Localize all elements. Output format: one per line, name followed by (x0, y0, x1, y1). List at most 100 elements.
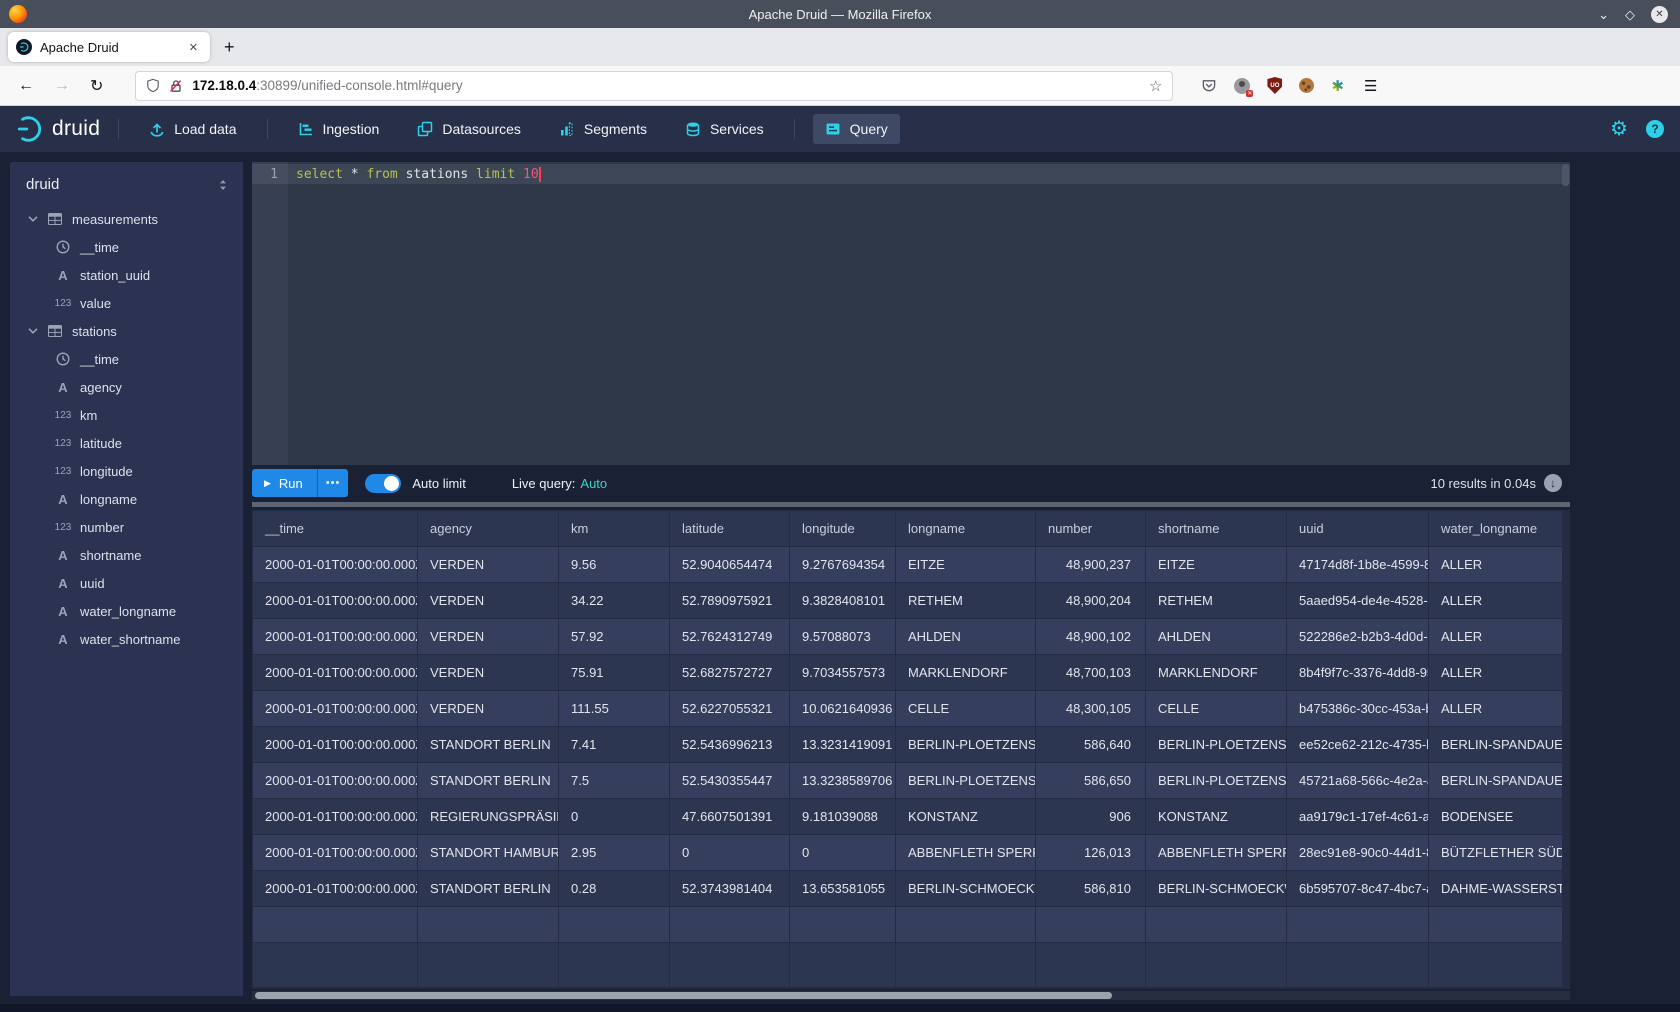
table-cell[interactable]: 2000-01-01T00:00:00.000Z (253, 691, 418, 727)
chevron-down-icon[interactable] (28, 328, 38, 334)
table-cell[interactable]: 2000-01-01T00:00:00.000Z (253, 871, 418, 907)
druid-logo[interactable]: druid (14, 115, 100, 143)
table-cell[interactable]: 75.91 (559, 655, 670, 691)
run-button[interactable]: ▶Run (252, 469, 317, 497)
url-bar[interactable]: 172.18.0.4:30899/unified-console.html#qu… (135, 71, 1173, 101)
table-cell[interactable]: BÜTZFLETHER SÜDERE (1429, 835, 1563, 871)
tree-column-agency[interactable]: Aagency (10, 373, 243, 401)
table-cell[interactable]: 52.7624312749 (670, 619, 790, 655)
back-button[interactable]: ← (8, 77, 44, 95)
table-cell[interactable]: 2000-01-01T00:00:00.000Z (253, 835, 418, 871)
table-cell[interactable]: 48,300,105 (1036, 691, 1146, 727)
table-cell[interactable]: 9.57088073 (790, 619, 896, 655)
table-cell[interactable]: 13.653581055 (790, 871, 896, 907)
table-cell[interactable]: 57.92 (559, 619, 670, 655)
table-cell[interactable]: STANDORT BERLIN (418, 871, 559, 907)
table-cell[interactable]: ABBENFLETH SPERRWEI (896, 835, 1036, 871)
table-cell[interactable]: 0 (559, 799, 670, 835)
table-cell[interactable]: 586,640 (1036, 727, 1146, 763)
bookmark-star-icon[interactable]: ☆ (1149, 77, 1162, 95)
table-cell[interactable]: 0.28 (559, 871, 670, 907)
table-cell[interactable]: VERDEN (418, 691, 559, 727)
column-header[interactable]: longitude (790, 511, 896, 547)
tree-column-km[interactable]: 123km (10, 401, 243, 429)
forward-button[interactable]: → (44, 77, 80, 95)
table-cell[interactable]: 2000-01-01T00:00:00.000Z (253, 655, 418, 691)
column-header[interactable]: latitude (670, 511, 790, 547)
cookie-extension-icon[interactable] (1299, 78, 1314, 93)
column-header[interactable]: uuid (1287, 511, 1429, 547)
table-cell[interactable]: 7.5 (559, 763, 670, 799)
table-cell[interactable]: BERLIN-PLOETZENSEE U (896, 763, 1036, 799)
nav-services[interactable]: Services (673, 114, 776, 144)
download-icon[interactable]: ↓ (1544, 474, 1562, 492)
table-cell[interactable]: RETHEM (1146, 583, 1287, 619)
pane-splitter[interactable] (252, 502, 1570, 507)
table-cell[interactable]: 9.2767694354 (790, 547, 896, 583)
tree-table-stations[interactable]: stations (10, 317, 243, 345)
minimize-icon[interactable]: ⌄ (1598, 8, 1609, 21)
auto-limit-toggle[interactable] (365, 474, 401, 493)
table-cell[interactable]: 52.3743981404 (670, 871, 790, 907)
tree-column-longname[interactable]: Alongname (10, 485, 243, 513)
table-cell[interactable]: STANDORT BERLIN (418, 727, 559, 763)
table-cell[interactable]: DAHME-WASSERSTRAS (1429, 871, 1563, 907)
url-text[interactable]: 172.18.0.4:30899/unified-console.html#qu… (192, 78, 1141, 93)
table-cell[interactable]: ALLER (1429, 583, 1563, 619)
asterisk-extension-icon[interactable]: ✱ (1331, 77, 1344, 95)
table-cell[interactable]: 8b4f9f7c-3376-4dd8-95c (1287, 655, 1429, 691)
tree-table-measurements[interactable]: measurements (10, 205, 243, 233)
table-cell[interactable]: 2000-01-01T00:00:00.000Z (253, 799, 418, 835)
tree-column-__time[interactable]: __time (10, 345, 243, 373)
tab-close-icon[interactable]: ✕ (185, 39, 202, 56)
table-cell[interactable]: BERLIN-SCHMOECKWITZ (1146, 871, 1287, 907)
table-cell[interactable]: 2000-01-01T00:00:00.000Z (253, 763, 418, 799)
help-icon[interactable]: ? (1646, 120, 1664, 138)
table-cell[interactable]: 9.181039088 (790, 799, 896, 835)
table-cell[interactable]: BERLIN-PLOETZENSEE C (896, 727, 1036, 763)
account-extension-icon[interactable] (1234, 78, 1250, 94)
table-cell[interactable]: VERDEN (418, 583, 559, 619)
double-caret-icon[interactable] (219, 179, 227, 191)
table-cell[interactable]: 9.7034557573 (790, 655, 896, 691)
table-cell[interactable]: CELLE (896, 691, 1036, 727)
table-cell[interactable]: AHLDEN (896, 619, 1036, 655)
tree-column-longitude[interactable]: 123longitude (10, 457, 243, 485)
table-cell[interactable]: BERLIN-PLOETZENSEE C (1146, 727, 1287, 763)
table-cell[interactable]: 48,900,237 (1036, 547, 1146, 583)
table-cell[interactable]: 13.3238589706 (790, 763, 896, 799)
close-icon[interactable]: ✕ (1651, 6, 1668, 23)
table-cell[interactable]: CELLE (1146, 691, 1287, 727)
table-cell[interactable]: ALLER (1429, 691, 1563, 727)
nav-ingestion[interactable]: Ingestion (286, 114, 392, 144)
table-cell[interactable]: VERDEN (418, 619, 559, 655)
table-cell[interactable]: KONSTANZ (896, 799, 1036, 835)
settings-gear-icon[interactable]: ⚙ (1610, 119, 1628, 139)
nav-segments[interactable]: Segments (547, 114, 659, 144)
table-cell[interactable]: 7.41 (559, 727, 670, 763)
table-cell[interactable]: BODENSEE (1429, 799, 1563, 835)
table-cell[interactable]: ABBENFLETH SPERRWEI (1146, 835, 1287, 871)
tree-column-latitude[interactable]: 123latitude (10, 429, 243, 457)
table-cell[interactable]: 52.9040654474 (670, 547, 790, 583)
table-cell[interactable]: VERDEN (418, 655, 559, 691)
table-cell[interactable]: 52.6227055321 (670, 691, 790, 727)
table-cell[interactable]: 9.3828408101 (790, 583, 896, 619)
ublock-icon[interactable]: UO (1267, 77, 1282, 94)
tree-column-value[interactable]: 123value (10, 289, 243, 317)
sql-editor[interactable]: 1 select * from stations limit 10 (252, 162, 1570, 465)
tab-apache-druid[interactable]: Apache Druid ✕ (8, 32, 210, 62)
table-cell[interactable]: EITZE (1146, 547, 1287, 583)
table-cell[interactable]: 52.6827572727 (670, 655, 790, 691)
table-cell[interactable]: RETHEM (896, 583, 1036, 619)
table-cell[interactable]: MARKLENDORF (896, 655, 1036, 691)
table-cell[interactable]: 13.3231419091 (790, 727, 896, 763)
table-cell[interactable]: 6b595707-8c47-4bc7-a8 (1287, 871, 1429, 907)
tree-column-water_longname[interactable]: Awater_longname (10, 597, 243, 625)
table-cell[interactable]: 52.7890975921 (670, 583, 790, 619)
table-cell[interactable]: ALLER (1429, 547, 1563, 583)
nav-query[interactable]: Query (813, 114, 900, 144)
table-cell[interactable]: 2.95 (559, 835, 670, 871)
tree-column-uuid[interactable]: Auuid (10, 569, 243, 597)
maximize-icon[interactable]: ◇ (1625, 8, 1635, 21)
